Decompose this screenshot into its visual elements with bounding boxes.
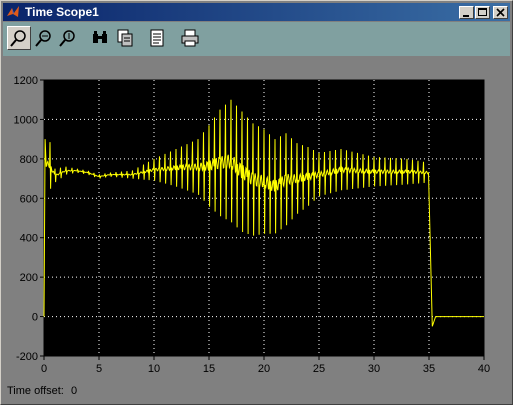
maximize-button[interactable] — [475, 6, 490, 19]
zoom-y-icon — [59, 30, 75, 47]
close-button[interactable] — [493, 6, 508, 19]
print-icon — [181, 29, 199, 47]
close-icon — [496, 8, 505, 17]
zoom-icon — [10, 30, 26, 47]
y-tick-label: 800 — [20, 154, 38, 166]
autoscale-icon — [93, 31, 107, 43]
y-tick-labels: -200 0 200 400 600 800 1000 1200 — [14, 75, 38, 363]
x-tick-label: 20 — [258, 363, 270, 375]
y-tick-label: -200 — [16, 351, 38, 363]
window-title: Time Scope1 — [25, 5, 99, 19]
parameters-icon — [150, 29, 164, 47]
print-button[interactable] — [178, 26, 202, 50]
y-tick-label: 200 — [20, 272, 38, 284]
x-tick-label: 10 — [148, 363, 160, 375]
x-tick-label: 0 — [41, 363, 47, 375]
zoom-x-icon — [35, 30, 51, 47]
autoscale-button[interactable] — [88, 26, 112, 50]
y-tick-label: 1000 — [14, 114, 38, 126]
scope-window: Time Scope1 0 5 10 15 20 25 30 35 40 -20… — [0, 0, 513, 405]
minimize-icon — [463, 15, 469, 17]
time-offset-value: 0 — [71, 385, 78, 397]
x-tick-label: 35 — [423, 363, 435, 375]
minimize-button[interactable] — [459, 6, 474, 19]
y-tick-label: 0 — [32, 312, 38, 324]
y-tick-label: 600 — [20, 193, 38, 205]
x-tick-label: 25 — [313, 363, 325, 375]
zoom-y-button[interactable] — [56, 26, 80, 50]
toolbar — [3, 22, 510, 56]
matlab-app-icon — [7, 6, 19, 17]
y-tick-label: 1200 — [14, 75, 38, 87]
x-tick-label: 40 — [478, 363, 490, 375]
parameters-button[interactable] — [145, 26, 169, 50]
title-bar[interactable]: Time Scope1 — [3, 3, 510, 21]
x-tick-labels: 0 5 10 15 20 25 30 35 40 — [41, 363, 490, 375]
save-axes-icon — [117, 29, 133, 47]
plot-background — [43, 79, 485, 357]
x-tick-label: 15 — [203, 363, 215, 375]
maximize-icon — [478, 8, 487, 16]
time-offset-label: Time offset: — [7, 385, 64, 397]
save-axes-button[interactable] — [113, 26, 137, 50]
x-tick-label: 30 — [368, 363, 380, 375]
zoom-x-button[interactable] — [32, 26, 56, 50]
scope-plot-area: 0 5 10 15 20 25 30 35 40 -200 0 200 400 600 800 1000 12… — [3, 57, 510, 402]
x-tick-label: 5 — [96, 363, 102, 375]
scope-chart[interactable]: 0 5 10 15 20 25 30 35 40 -2000200400600800100012… — [3, 57, 510, 377]
zoom-button[interactable] — [7, 26, 31, 50]
y-tick-label: 400 — [20, 233, 38, 245]
